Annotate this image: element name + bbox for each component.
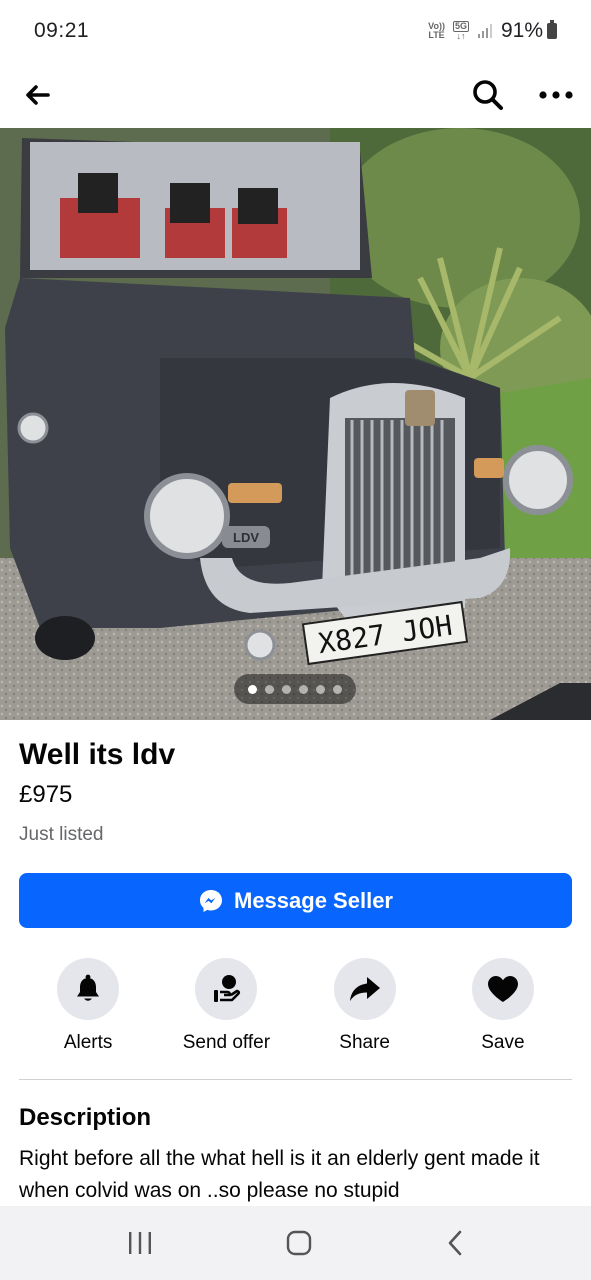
section-divider [19,1079,572,1080]
system-nav-bar [0,1206,591,1280]
save-label: Save [481,1032,525,1053]
signal-icon [477,24,492,38]
bell-icon [77,974,100,1001]
vehicle-photo: LDV X827 JOH [0,128,591,720]
offer-hand-icon [214,975,241,1002]
share-circle[interactable] [333,958,396,1020]
carousel-dot[interactable] [299,684,308,694]
carousel-dot[interactable] [333,684,342,694]
back-button[interactable] [22,80,52,110]
vehicle-badge: LDV [233,530,259,545]
carousel-dot[interactable] [316,684,325,694]
listed-time: Just listed [19,824,104,845]
alerts-button[interactable]: Alerts [19,958,157,1058]
status-icons: Vo)) LTE 5G ↓↑ 91% [428,19,557,43]
carousel-dot[interactable] [265,684,274,694]
chevron-left-icon [448,1230,462,1256]
status-time: 09:21 [34,19,90,42]
battery-icon [547,20,557,39]
messenger-icon [200,889,222,912]
system-back-button[interactable] [445,1229,465,1257]
recent-apps-button[interactable] [126,1230,154,1256]
share-arrow-icon [349,977,380,1001]
arrow-left-icon [26,85,50,105]
listing-photo[interactable]: LDV X827 JOH [0,128,591,720]
message-seller-button[interactable]: Message Seller [19,873,572,928]
heart-icon [487,976,518,1002]
top-nav [0,62,591,128]
search-button[interactable] [471,78,505,112]
share-label: Share [339,1032,390,1053]
listing-price: £975 [19,781,73,808]
carousel-dot[interactable] [282,684,291,694]
send-offer-button[interactable]: Send offer [157,958,295,1058]
send-offer-circle[interactable] [195,958,258,1020]
carousel-indicator[interactable] [234,674,356,704]
description-heading: Description [19,1104,152,1131]
home-button[interactable] [285,1229,313,1257]
save-circle[interactable] [471,958,534,1020]
share-button[interactable]: Share [296,958,434,1058]
alerts-label: Alerts [63,1032,113,1053]
alerts-circle[interactable] [57,958,120,1020]
more-horizontal-icon [539,91,573,99]
action-row: Alerts Send offer Share Save [19,958,572,1058]
more-button[interactable] [539,90,573,100]
battery-percent: 91% [500,19,543,42]
description-text: Right before all the what hell is it an … [19,1147,540,1202]
carousel-dot[interactable] [248,684,257,694]
send-offer-label: Send offer [182,1032,271,1053]
search-icon [473,80,503,110]
nav-actions [471,78,573,112]
volte-icon: Vo)) LTE [428,21,445,40]
network-5g-icon: 5G ↓↑ [452,21,469,41]
message-seller-label: Message Seller [234,887,393,913]
recent-apps-icon [128,1232,151,1254]
save-button[interactable]: Save [434,958,572,1058]
home-icon [287,1230,312,1256]
listing-title: Well its ldv [19,738,176,771]
status-bar: 09:21 Vo)) LTE 5G ↓↑ 91% [0,0,591,62]
